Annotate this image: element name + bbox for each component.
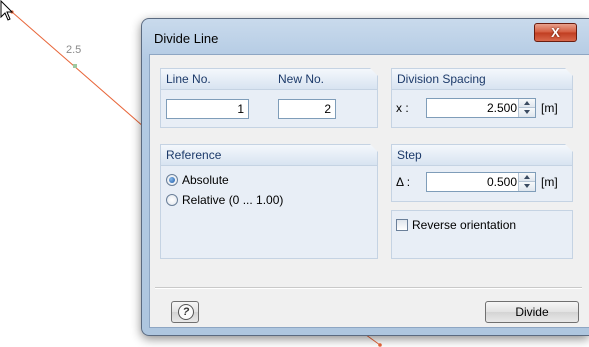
line-no-label: Line No. (166, 72, 211, 86)
help-icon: ? (178, 304, 194, 320)
division-spacing-spinner[interactable] (518, 99, 535, 117)
line-end-node (378, 343, 382, 347)
division-spacing-value: 2.500 (486, 101, 517, 115)
line-number-group-header: Line No. New No. (161, 68, 378, 90)
radio-relative[interactable]: Relative (0 ... 1.00) (166, 193, 283, 207)
footer-separator (155, 287, 582, 289)
reverse-orientation-checkbox-row[interactable]: Reverse orientation (396, 218, 516, 232)
division-spacing-input[interactable]: 2.500 (426, 98, 536, 118)
model-line (11, 11, 153, 135)
dialog-title: Divide Line (154, 31, 219, 46)
dialog-client-area: Line No. New No. 1 2 Division Spacing x … (149, 54, 589, 328)
line-no-input[interactable]: 1 (166, 99, 249, 119)
divide-button[interactable]: Divide (485, 301, 579, 323)
reverse-orientation-group: Reverse orientation (391, 210, 573, 259)
spin-down-arrow-icon[interactable] (519, 108, 535, 117)
title-bar[interactable]: Divide Line X (142, 19, 589, 55)
spin-up-arrow-icon[interactable] (519, 99, 535, 108)
radio-absolute[interactable]: Absolute (166, 173, 229, 187)
delta-label: Δ : (396, 175, 411, 189)
step-spinner[interactable] (518, 173, 535, 191)
step-group: Step Δ : 0.500 [m] (391, 144, 573, 202)
close-button[interactable]: X (534, 23, 577, 42)
step-input[interactable]: 0.500 (426, 172, 536, 192)
spin-down-arrow-icon[interactable] (519, 182, 535, 191)
radio-absolute-label: Absolute (182, 173, 229, 187)
reverse-orientation-checkbox[interactable] (396, 219, 408, 231)
radio-button-relative[interactable] (166, 194, 178, 206)
reference-header: Reference (161, 144, 378, 166)
division-spacing-header: Division Spacing (392, 68, 573, 90)
x-label: x : (396, 101, 409, 115)
mouse-cursor-icon (0, 0, 14, 21)
division-point-label: 2.5 (66, 44, 82, 56)
help-button[interactable]: ? (171, 301, 199, 323)
reference-group: Reference Absolute Relative (0 ... 1.00) (160, 144, 378, 259)
new-no-label: New No. (278, 72, 325, 86)
radio-button-absolute[interactable] (166, 174, 178, 186)
division-point (73, 64, 77, 68)
new-no-input[interactable]: 2 (278, 99, 336, 119)
step-value: 0.500 (486, 175, 517, 189)
spacing-unit: [m] (541, 101, 558, 115)
step-unit: [m] (541, 175, 558, 189)
step-header: Step (392, 144, 573, 166)
spin-up-arrow-icon[interactable] (519, 173, 535, 182)
division-spacing-group: Division Spacing x : 2.500 [m] (391, 68, 573, 128)
divide-line-dialog: Divide Line X Line No. New No. 1 2 Divis… (141, 18, 589, 336)
radio-relative-label: Relative (0 ... 1.00) (182, 193, 284, 207)
reverse-orientation-label: Reverse orientation (412, 218, 517, 232)
line-number-group: Line No. New No. 1 2 (160, 68, 378, 128)
close-icon: X (551, 25, 560, 40)
